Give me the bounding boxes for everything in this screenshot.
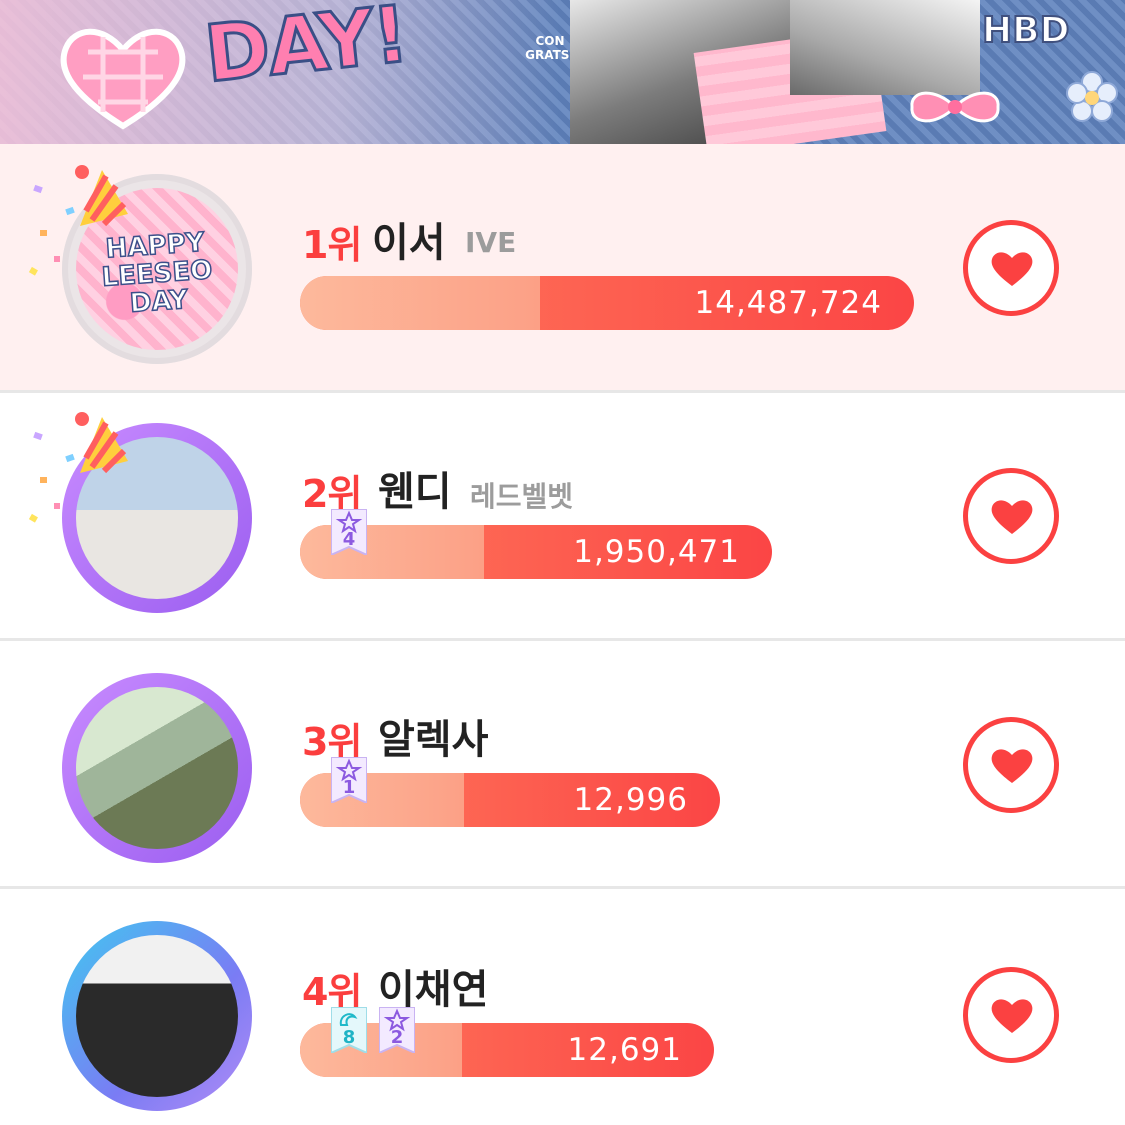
heart-icon bbox=[991, 749, 1033, 783]
vote-bar-lead bbox=[300, 525, 484, 579]
group-name: IVE bbox=[465, 226, 517, 259]
party-hat-icon bbox=[75, 412, 128, 474]
group-name: 레드벨벳 bbox=[470, 480, 574, 513]
member-name: 알렉사 bbox=[378, 717, 489, 763]
heart-icon bbox=[991, 500, 1033, 534]
vote-count: 1,950,471 bbox=[573, 534, 740, 570]
ranking-row-2[interactable]: 2위 웬디 레드벨벳 1,950,471 4 bbox=[0, 393, 1125, 638]
badge-count: 4 bbox=[342, 529, 356, 550]
avatar-image bbox=[76, 935, 238, 1097]
ranking-row-1[interactable]: HAPPY LEESEO DAY 1위 이서 IVE 14,487,724 bbox=[0, 144, 1125, 390]
angel-badge-icon: 8 bbox=[330, 1006, 368, 1055]
ribbon-bow-icon bbox=[910, 91, 1000, 123]
banner-heart-icon bbox=[60, 28, 186, 130]
banner-photo-right bbox=[790, 0, 980, 95]
badge-count: 1 bbox=[342, 777, 356, 798]
vote-bar-lead bbox=[300, 276, 540, 330]
flower-icon bbox=[1066, 71, 1118, 122]
ranking-row-4[interactable]: 4위 이채연 12,691 8 2 bbox=[0, 889, 1125, 1125]
star-badge-icon: 2 bbox=[378, 1006, 416, 1055]
banner-hbd-text: HBD bbox=[981, 9, 1070, 52]
avatar[interactable] bbox=[62, 921, 252, 1111]
heart-icon bbox=[991, 999, 1033, 1033]
badge-count: 8 bbox=[342, 1027, 356, 1048]
ranking-row-3[interactable]: 3위 알렉사 12,996 1 bbox=[0, 641, 1125, 886]
star-badge-icon: 4 bbox=[330, 508, 368, 557]
vote-heart-button[interactable] bbox=[963, 717, 1059, 813]
member-name: 웬디 bbox=[378, 469, 452, 515]
vote-heart-button[interactable] bbox=[963, 468, 1059, 564]
heart-icon bbox=[991, 252, 1033, 286]
avatar[interactable] bbox=[62, 673, 252, 863]
avatar-art-text: HAPPY LEESEO DAY bbox=[100, 227, 214, 320]
member-name: 이서 bbox=[372, 220, 446, 266]
vote-count: 14,487,724 bbox=[694, 285, 882, 321]
party-hat-icon bbox=[75, 165, 128, 227]
vote-bar: 14,487,724 bbox=[300, 276, 914, 330]
vote-bar-lead bbox=[300, 773, 464, 827]
vote-heart-button[interactable] bbox=[963, 967, 1059, 1063]
badge-count: 2 bbox=[390, 1027, 404, 1048]
birthday-banner[interactable]: DAY! CON GRATS! HBD bbox=[0, 0, 1125, 144]
vote-count: 12,691 bbox=[567, 1032, 682, 1068]
avatar-image bbox=[76, 687, 238, 849]
star-badge-icon: 1 bbox=[330, 756, 368, 805]
vote-bar: 1,950,471 bbox=[300, 525, 772, 579]
rank-label: 1위 bbox=[302, 223, 362, 267]
vote-heart-button[interactable] bbox=[963, 220, 1059, 316]
vote-count: 12,996 bbox=[573, 782, 688, 818]
